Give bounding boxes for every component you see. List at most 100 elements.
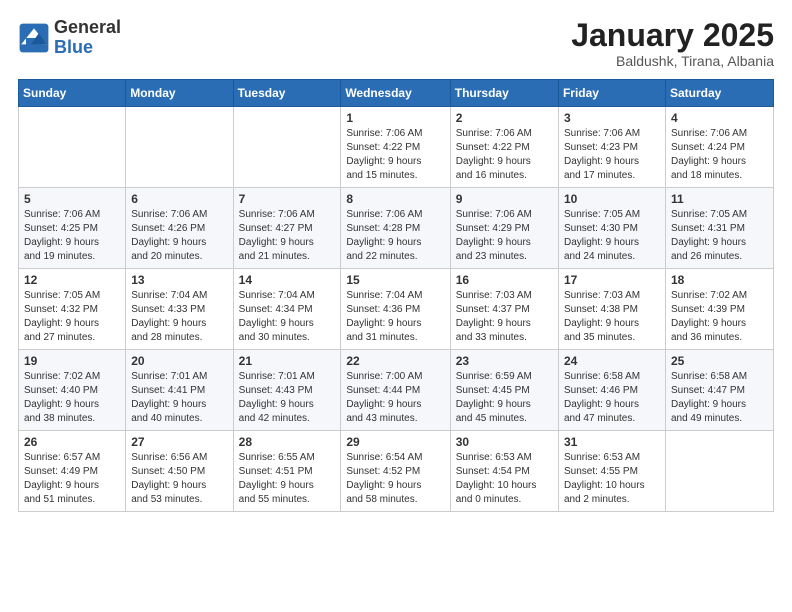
calendar-day-9: 9 Sunrise: 7:06 AM Sunset: 4:29 PM Daylig… — [450, 188, 558, 269]
day-content: Sunrise: 7:05 AM Sunset: 4:32 PM Dayligh… — [24, 289, 120, 345]
day-content: Sunrise: 7:06 AM Sunset: 4:28 PM Dayligh… — [346, 208, 444, 264]
calendar-day-8: 8 Sunrise: 7:06 AM Sunset: 4:28 PM Daylig… — [341, 188, 450, 269]
day-number: 7 — [239, 192, 336, 206]
empty-cell — [19, 107, 126, 188]
weekday-header-monday: Monday — [126, 80, 233, 107]
day-content: Sunrise: 7:06 AM Sunset: 4:25 PM Dayligh… — [24, 208, 120, 264]
day-content: Sunrise: 7:03 AM Sunset: 4:37 PM Dayligh… — [456, 289, 553, 345]
calendar-day-21: 21 Sunrise: 7:01 AM Sunset: 4:43 PM Dayli… — [233, 350, 341, 431]
day-number: 30 — [456, 435, 553, 449]
calendar-day-11: 11 Sunrise: 7:05 AM Sunset: 4:31 PM Dayli… — [665, 188, 773, 269]
day-content: Sunrise: 7:06 AM Sunset: 4:22 PM Dayligh… — [456, 127, 553, 183]
logo-text: General Blue — [54, 18, 121, 58]
day-content: Sunrise: 7:06 AM Sunset: 4:27 PM Dayligh… — [239, 208, 336, 264]
day-number: 4 — [671, 111, 768, 125]
calendar-day-2: 2Sunrise: 7:06 AM Sunset: 4:22 PM Daylig… — [450, 107, 558, 188]
calendar-day-20: 20 Sunrise: 7:01 AM Sunset: 4:41 PM Dayli… — [126, 350, 233, 431]
weekday-header-sunday: Sunday — [19, 80, 126, 107]
day-number: 9 — [456, 192, 553, 206]
day-number: 16 — [456, 273, 553, 287]
title-area: January 2025 Baldushk, Tirana, Albania — [571, 18, 774, 69]
day-content: Sunrise: 6:53 AM Sunset: 4:54 PM Dayligh… — [456, 451, 553, 507]
day-number: 21 — [239, 354, 336, 368]
calendar-day-25: 25 Sunrise: 6:58 AM Sunset: 4:47 PM Dayli… — [665, 350, 773, 431]
calendar-day-12: 12Sunrise: 7:05 AM Sunset: 4:32 PM Dayli… — [19, 269, 126, 350]
calendar-day-15: 15Sunrise: 7:04 AM Sunset: 4:36 PM Dayli… — [341, 269, 450, 350]
day-number: 26 — [24, 435, 120, 449]
day-content: Sunrise: 6:56 AM Sunset: 4:50 PM Dayligh… — [131, 451, 227, 507]
empty-cell — [233, 107, 341, 188]
weekday-header-tuesday: Tuesday — [233, 80, 341, 107]
empty-cell — [665, 431, 773, 512]
day-content: Sunrise: 6:55 AM Sunset: 4:51 PM Dayligh… — [239, 451, 336, 507]
day-number: 19 — [24, 354, 120, 368]
month-title: January 2025 — [571, 18, 774, 53]
calendar-day-17: 17 Sunrise: 7:03 AM Sunset: 4:38 PM Dayli… — [558, 269, 665, 350]
empty-cell — [126, 107, 233, 188]
calendar-day-29: 29Sunrise: 6:54 AM Sunset: 4:52 PM Dayli… — [341, 431, 450, 512]
calendar-day-14: 14 Sunrise: 7:04 AM Sunset: 4:34 PM Dayli… — [233, 269, 341, 350]
day-content: Sunrise: 6:53 AM Sunset: 4:55 PM Dayligh… — [564, 451, 660, 507]
day-content: Sunrise: 7:05 AM Sunset: 4:31 PM Dayligh… — [671, 208, 768, 264]
day-number: 6 — [131, 192, 227, 206]
day-content: Sunrise: 6:58 AM Sunset: 4:47 PM Dayligh… — [671, 370, 768, 426]
page: General Blue January 2025 Baldushk, Tira… — [0, 0, 792, 612]
location-subtitle: Baldushk, Tirana, Albania — [571, 53, 774, 69]
calendar-day-18: 18Sunrise: 7:02 AM Sunset: 4:39 PM Dayli… — [665, 269, 773, 350]
day-number: 31 — [564, 435, 660, 449]
calendar-day-5: 5 Sunrise: 7:06 AM Sunset: 4:25 PM Daylig… — [19, 188, 126, 269]
calendar-day-23: 23 Sunrise: 6:59 AM Sunset: 4:45 PM Dayli… — [450, 350, 558, 431]
calendar-day-1: 1 Sunrise: 7:06 AM Sunset: 4:22 PM Daylig… — [341, 107, 450, 188]
day-content: Sunrise: 7:01 AM Sunset: 4:41 PM Dayligh… — [131, 370, 227, 426]
calendar-week-row: 5 Sunrise: 7:06 AM Sunset: 4:25 PM Daylig… — [19, 188, 774, 269]
calendar-day-7: 7 Sunrise: 7:06 AM Sunset: 4:27 PM Daylig… — [233, 188, 341, 269]
day-number: 17 — [564, 273, 660, 287]
day-content: Sunrise: 7:04 AM Sunset: 4:34 PM Dayligh… — [239, 289, 336, 345]
day-content: Sunrise: 6:58 AM Sunset: 4:46 PM Dayligh… — [564, 370, 660, 426]
logo-general: General — [54, 18, 121, 38]
day-number: 10 — [564, 192, 660, 206]
calendar-day-27: 27Sunrise: 6:56 AM Sunset: 4:50 PM Dayli… — [126, 431, 233, 512]
calendar-day-4: 4Sunrise: 7:06 AM Sunset: 4:24 PM Daylig… — [665, 107, 773, 188]
day-number: 11 — [671, 192, 768, 206]
day-number: 24 — [564, 354, 660, 368]
day-number: 14 — [239, 273, 336, 287]
day-number: 15 — [346, 273, 444, 287]
calendar-day-13: 13Sunrise: 7:04 AM Sunset: 4:33 PM Dayli… — [126, 269, 233, 350]
calendar-week-row: 19 Sunrise: 7:02 AM Sunset: 4:40 PM Dayli… — [19, 350, 774, 431]
logo: General Blue — [18, 18, 121, 58]
day-content: Sunrise: 7:05 AM Sunset: 4:30 PM Dayligh… — [564, 208, 660, 264]
day-number: 8 — [346, 192, 444, 206]
day-content: Sunrise: 7:06 AM Sunset: 4:23 PM Dayligh… — [564, 127, 660, 183]
day-number: 3 — [564, 111, 660, 125]
weekday-header-saturday: Saturday — [665, 80, 773, 107]
day-content: Sunrise: 7:01 AM Sunset: 4:43 PM Dayligh… — [239, 370, 336, 426]
day-content: Sunrise: 7:00 AM Sunset: 4:44 PM Dayligh… — [346, 370, 444, 426]
calendar-day-24: 24 Sunrise: 6:58 AM Sunset: 4:46 PM Dayli… — [558, 350, 665, 431]
day-content: Sunrise: 7:03 AM Sunset: 4:38 PM Dayligh… — [564, 289, 660, 345]
day-content: Sunrise: 7:06 AM Sunset: 4:22 PM Dayligh… — [346, 127, 444, 183]
weekday-header-row: SundayMondayTuesdayWednesdayThursdayFrid… — [19, 80, 774, 107]
calendar-day-22: 22 Sunrise: 7:00 AM Sunset: 4:44 PM Dayli… — [341, 350, 450, 431]
day-number: 5 — [24, 192, 120, 206]
day-number: 25 — [671, 354, 768, 368]
day-content: Sunrise: 7:06 AM Sunset: 4:26 PM Dayligh… — [131, 208, 227, 264]
calendar-day-30: 30 Sunrise: 6:53 AM Sunset: 4:54 PM Dayli… — [450, 431, 558, 512]
weekday-header-friday: Friday — [558, 80, 665, 107]
day-number: 1 — [346, 111, 444, 125]
day-content: Sunrise: 7:04 AM Sunset: 4:33 PM Dayligh… — [131, 289, 227, 345]
logo-icon — [18, 22, 50, 54]
day-content: Sunrise: 6:59 AM Sunset: 4:45 PM Dayligh… — [456, 370, 553, 426]
day-content: Sunrise: 7:06 AM Sunset: 4:29 PM Dayligh… — [456, 208, 553, 264]
calendar-day-10: 10 Sunrise: 7:05 AM Sunset: 4:30 PM Dayli… — [558, 188, 665, 269]
day-number: 22 — [346, 354, 444, 368]
day-content: Sunrise: 7:02 AM Sunset: 4:40 PM Dayligh… — [24, 370, 120, 426]
logo-blue: Blue — [54, 38, 121, 58]
weekday-header-wednesday: Wednesday — [341, 80, 450, 107]
calendar-day-26: 26Sunrise: 6:57 AM Sunset: 4:49 PM Dayli… — [19, 431, 126, 512]
day-number: 28 — [239, 435, 336, 449]
day-number: 29 — [346, 435, 444, 449]
calendar-day-28: 28 Sunrise: 6:55 AM Sunset: 4:51 PM Dayli… — [233, 431, 341, 512]
day-number: 23 — [456, 354, 553, 368]
day-number: 20 — [131, 354, 227, 368]
